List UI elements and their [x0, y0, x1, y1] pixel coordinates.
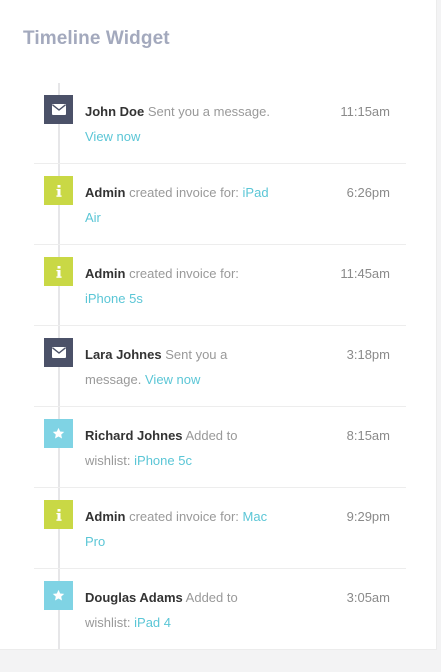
- timeline-item: Lara Johnes Sent you a message. View now…: [34, 326, 406, 407]
- timestamp: 6:26pm: [346, 185, 390, 200]
- timeline-item-text: Richard Johnes Added to wishlist: iPhone…: [85, 423, 275, 473]
- timestamp: 3:05am: [346, 590, 390, 605]
- envelope-icon: [44, 95, 73, 124]
- timeline-item-text: Admin created invoice for: iPad Air: [85, 180, 275, 230]
- timeline-item-text: Lara Johnes Sent you a message. View now: [85, 342, 275, 392]
- actor-name: John Doe: [85, 104, 145, 119]
- actor-name: Douglas Adams: [85, 590, 183, 605]
- item-link[interactable]: iPhone 5s: [85, 291, 143, 306]
- actor-name: Admin: [85, 185, 126, 200]
- actor-name: Lara Johnes: [85, 347, 162, 362]
- item-link[interactable]: iPhone 5c: [134, 453, 192, 468]
- info-icon: [44, 176, 73, 205]
- timestamp: 3:18pm: [346, 347, 390, 362]
- item-link[interactable]: iPad 4: [134, 615, 171, 630]
- timeline-item: John Doe Sent you a message. View now 11…: [34, 83, 406, 164]
- item-link[interactable]: View now: [145, 372, 200, 387]
- star-icon: [44, 581, 73, 610]
- timeline-item: Richard Johnes Added to wishlist: iPhone…: [34, 407, 406, 488]
- info-icon: [44, 257, 73, 286]
- actor-name: Richard Johnes: [85, 428, 183, 443]
- action-text: created invoice for:: [129, 185, 239, 200]
- action-text: Sent you a message.: [147, 104, 270, 119]
- timeline-item: Douglas Adams Added to wishlist: iPad 4 …: [34, 569, 406, 649]
- timestamp: 11:15am: [340, 104, 390, 119]
- action-text: created invoice for:: [129, 266, 239, 281]
- widget-title: Timeline Widget: [23, 28, 170, 49]
- timeline-widget: Timeline Widget John Doe Sent you a mess…: [0, 0, 437, 650]
- info-icon: [44, 500, 73, 529]
- actor-name: Admin: [85, 509, 126, 524]
- timeline-item: Admin created invoice for: Mac Pro 9:29p…: [34, 488, 406, 569]
- timestamp: 8:15am: [346, 428, 390, 443]
- timeline-item: Admin created invoice for: iPhone 5s 11:…: [34, 245, 406, 326]
- action-text: created invoice for:: [129, 509, 239, 524]
- timestamp: 9:29pm: [346, 509, 390, 524]
- star-icon: [44, 419, 73, 448]
- timeline-item-text: Admin created invoice for: iPhone 5s: [85, 261, 275, 311]
- timeline-item: Admin created invoice for: iPad Air 6:26…: [34, 164, 406, 245]
- actor-name: Admin: [85, 266, 126, 281]
- timeline-item-text: Douglas Adams Added to wishlist: iPad 4: [85, 585, 275, 635]
- envelope-icon: [44, 338, 73, 367]
- timeline-item-text: Admin created invoice for: Mac Pro: [85, 504, 275, 554]
- item-link[interactable]: View now: [85, 129, 140, 144]
- timestamp: 11:45am: [340, 266, 390, 281]
- timeline-item-text: John Doe Sent you a message. View now: [85, 99, 275, 149]
